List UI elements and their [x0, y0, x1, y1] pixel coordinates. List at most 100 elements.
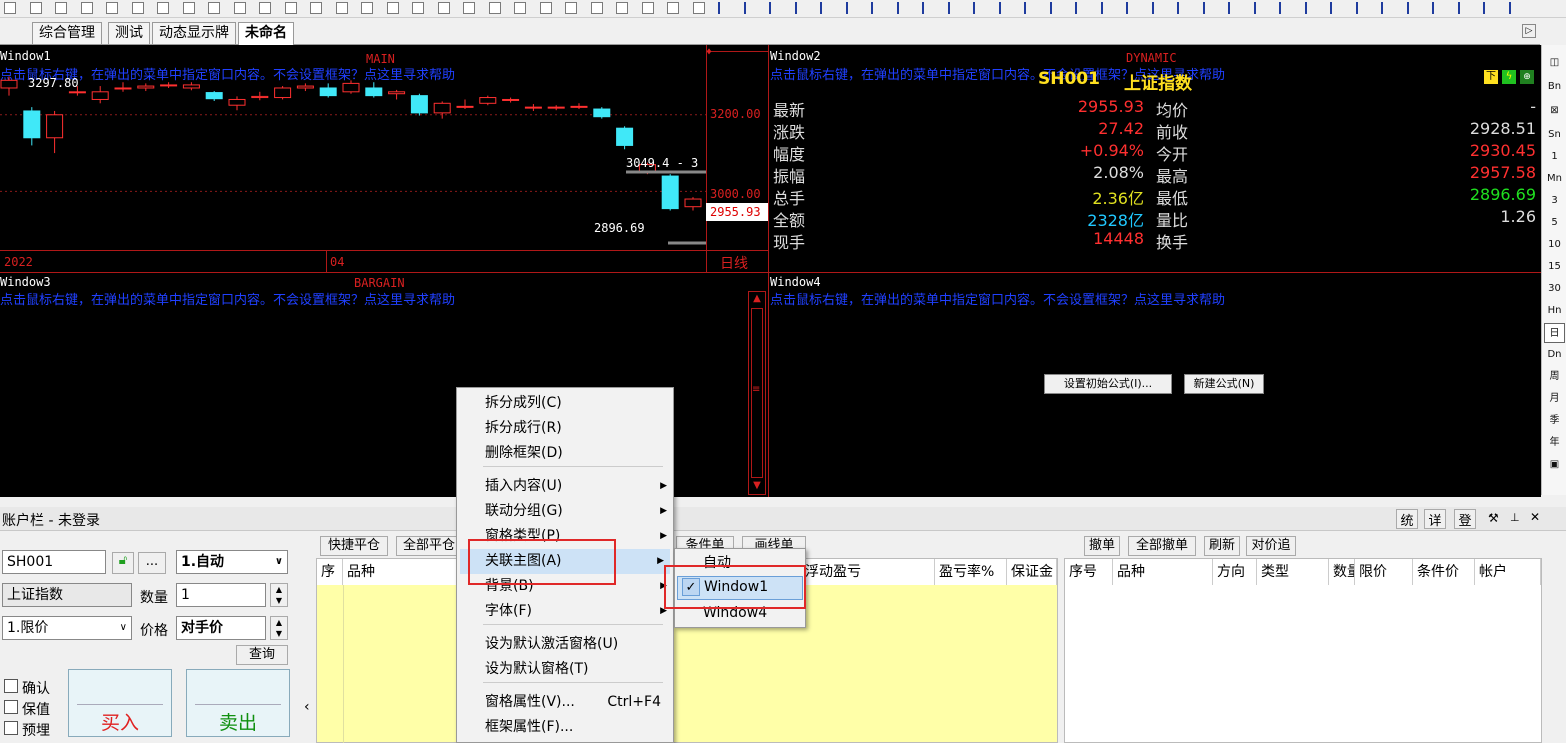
lock-icon[interactable]: 🔓︎	[112, 552, 134, 574]
toolbar-tool-icon[interactable]	[1126, 2, 1136, 14]
hedge-checkbox[interactable]	[4, 700, 18, 714]
toolbar-tool-icon[interactable]	[794, 2, 805, 14]
col-cond-price[interactable]: 条件价	[1413, 559, 1475, 585]
toolbar-tool-icon[interactable]	[616, 2, 628, 14]
toolbar-tool-icon[interactable]	[718, 2, 728, 14]
toolbar-tool-icon[interactable]	[973, 2, 983, 14]
toolbar-tool-icon[interactable]	[947, 2, 958, 14]
toolbar-tool-icon[interactable]	[1100, 2, 1111, 14]
set-initial-formula-button[interactable]: 设置初始公式(I)...	[1044, 374, 1172, 394]
toolbar-tool-icon[interactable]	[692, 2, 705, 14]
bargain-scrollbar[interactable]: ▲ ≡ ▼	[748, 291, 766, 495]
toolbar-tool-icon[interactable]	[1381, 2, 1391, 14]
sidebar-item-8[interactable]: 10	[1544, 235, 1565, 255]
toolbar-tool-icon[interactable]	[55, 2, 67, 14]
toolbar-tool-icon[interactable]	[565, 2, 577, 14]
toolbar-tool-icon[interactable]	[4, 2, 16, 14]
mode-select[interactable]: 1.自动 ∨	[176, 550, 288, 574]
price-input[interactable]: 对手价	[176, 616, 266, 640]
expand-icon[interactable]: ⊕	[1520, 70, 1534, 84]
sidebar-item-15[interactable]: 月	[1544, 389, 1565, 409]
toolbar-tool-icon[interactable]	[667, 2, 679, 14]
toolbar-tool-icon[interactable]	[1432, 2, 1442, 14]
toolbar-tool-icon[interactable]	[463, 2, 475, 14]
tab-zonghe[interactable]: 综合管理	[32, 22, 102, 44]
toolbar-tool-icon[interactable]	[1202, 2, 1213, 14]
tab-ceshi[interactable]: 测试	[108, 22, 150, 44]
toolbar-tool-icon[interactable]	[80, 2, 93, 14]
new-formula-button[interactable]: 新建公式(N)	[1184, 374, 1264, 394]
toolbar-tool-icon[interactable]	[1508, 2, 1519, 14]
period-label[interactable]: 日线	[720, 253, 748, 273]
toolbar-tool-icon[interactable]	[310, 2, 322, 14]
toolbar-tool-icon[interactable]	[590, 2, 603, 14]
cancel-order-button[interactable]: 撤单	[1084, 536, 1120, 556]
toolbar-tool-icon[interactable]	[208, 2, 220, 14]
col-limit[interactable]: 限价	[1355, 559, 1413, 585]
sidebar-item-0[interactable]: ◫	[1544, 53, 1565, 73]
pin-icon[interactable]: ⊥	[1510, 511, 1520, 524]
buy-button[interactable]: 买入	[68, 669, 172, 737]
toolbar-tool-icon[interactable]	[386, 2, 399, 14]
col-account[interactable]: 帐户	[1475, 559, 1541, 585]
window3-help-link[interactable]: 点击鼠标右键，在弹出的菜单中指定窗口内容。不会设置框架？点这里寻求帮助	[0, 289, 455, 308]
toolbar-tool-icon[interactable]	[1279, 2, 1289, 14]
sidebar-item-18[interactable]: ▣	[1544, 455, 1565, 475]
sidebar-item-12[interactable]: 日	[1544, 323, 1565, 343]
menu-item-3[interactable]: 插入内容(U) ▶	[457, 474, 673, 499]
toolbar-tool-icon[interactable]	[1483, 2, 1493, 14]
preset-checkbox[interactable]	[4, 721, 18, 735]
toolbar-tool-icon[interactable]	[1075, 2, 1085, 14]
chase-price-button[interactable]: 对价追	[1246, 536, 1296, 556]
sidebar-item-17[interactable]: 年	[1544, 433, 1565, 453]
toolbar-tool-icon[interactable]	[182, 2, 195, 14]
col-qty[interactable]: 数量	[1329, 559, 1355, 585]
col-order-product[interactable]: 品种	[1113, 559, 1213, 585]
toolbar-tool-icon[interactable]	[1253, 2, 1264, 14]
toolbar-tool-icon[interactable]	[106, 2, 118, 14]
col-direction[interactable]: 方向	[1213, 559, 1257, 585]
sidebar-item-3[interactable]: Sn	[1544, 125, 1565, 145]
refresh-button[interactable]: 刷新	[1204, 536, 1240, 556]
toolbar-tool-icon[interactable]	[157, 2, 169, 14]
toolbar-tool-icon[interactable]	[1457, 2, 1468, 14]
menu-item-9[interactable]: 设为默认激活窗格(U)	[457, 632, 673, 657]
login-button[interactable]: 登	[1454, 509, 1476, 529]
menu-item-8[interactable]: 字体(F) ▶	[457, 599, 673, 624]
code-input[interactable]: SH001	[2, 550, 106, 574]
quick-close-button[interactable]: 快捷平仓	[320, 536, 388, 556]
tab-scroll-right-icon[interactable]: ▷	[1522, 24, 1536, 38]
toolbar-tool-icon[interactable]	[1406, 2, 1417, 14]
qty-stepper[interactable]: ▲ ▼	[270, 583, 288, 607]
qty-input[interactable]: 1	[176, 583, 266, 607]
sidebar-item-11[interactable]: Hn	[1544, 301, 1565, 321]
toolbar-tool-icon[interactable]	[131, 2, 144, 14]
sidebar-item-13[interactable]: Dn	[1544, 345, 1565, 365]
toolbar-tool-icon[interactable]	[514, 2, 526, 14]
toolbar-tool-icon[interactable]	[539, 2, 552, 14]
toolbar-tool-icon[interactable]	[922, 2, 932, 14]
stat-button[interactable]: 统	[1396, 509, 1418, 529]
price-type-select[interactable]: 1.限价 ∨	[2, 616, 132, 640]
close-all-button[interactable]: 全部平仓	[396, 536, 462, 556]
toolbar-tool-icon[interactable]	[1049, 2, 1060, 14]
menu-item-4[interactable]: 联动分组(G) ▶	[457, 499, 673, 524]
col-seq[interactable]: 序	[317, 559, 343, 585]
menu-item-10[interactable]: 设为默认窗格(T)	[457, 657, 673, 682]
toolbar-tool-icon[interactable]	[259, 2, 271, 14]
toolbar-tool-icon[interactable]	[871, 2, 881, 14]
toolbar-tool-icon[interactable]	[233, 2, 246, 14]
sidebar-item-4[interactable]: 1	[1544, 147, 1565, 167]
col-margin[interactable]: 保证金	[1007, 559, 1057, 585]
sidebar-item-5[interactable]: Mn	[1544, 169, 1565, 189]
detail-button[interactable]: 详	[1424, 509, 1446, 529]
sell-button[interactable]: 卖出	[186, 669, 290, 737]
toolbar-tool-icon[interactable]	[743, 2, 754, 14]
menu-item-0[interactable]: 拆分成列(C)	[457, 391, 673, 416]
axis-toggle-icon[interactable]: ♦	[706, 47, 712, 58]
price-stepper[interactable]: ▲ ▼	[270, 616, 288, 640]
down-arrow-icon[interactable]: 下	[1484, 70, 1498, 84]
toolbar-tool-icon[interactable]	[335, 2, 348, 14]
toolbar-tool-icon[interactable]	[1304, 2, 1315, 14]
more-button[interactable]: ...	[138, 552, 166, 574]
